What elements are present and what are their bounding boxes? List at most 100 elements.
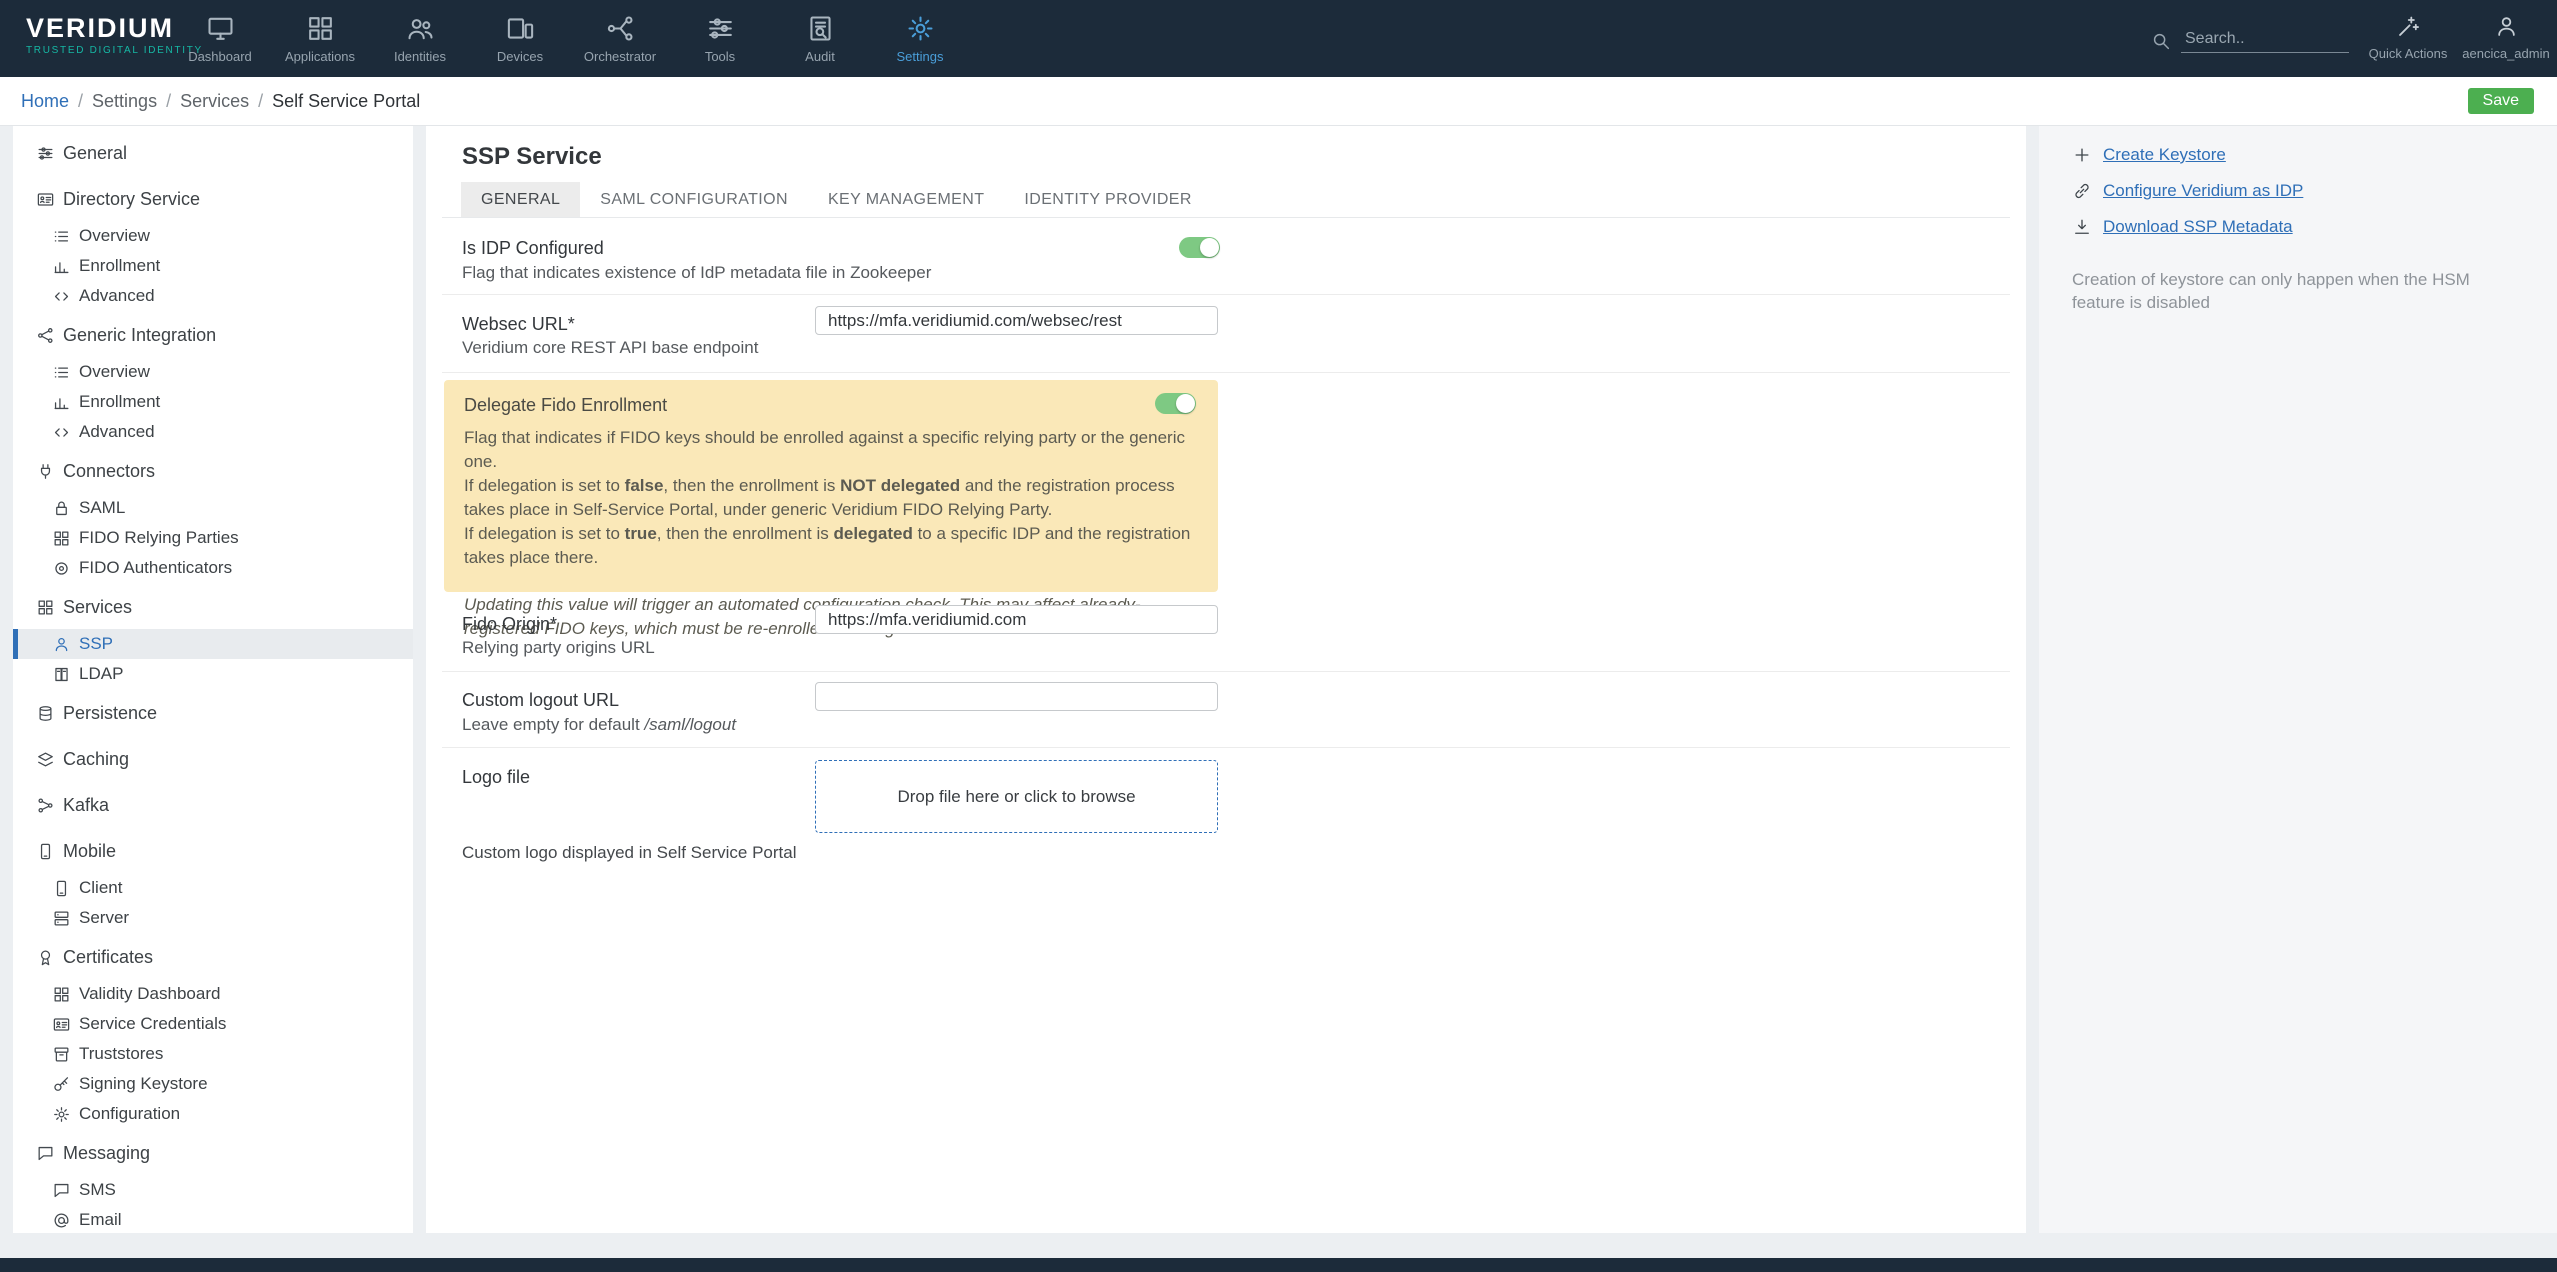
delegate-description-line: If delegation is set to true, then the e…: [464, 524, 1191, 567]
nav-item-label: Tools: [704, 49, 736, 64]
link-label: Create Keystore: [2103, 145, 2226, 164]
nav-item-applications[interactable]: Applications: [270, 0, 370, 77]
sidebar-item-service-credentials[interactable]: Service Credentials: [13, 1009, 413, 1039]
sidebar-item-overview[interactable]: Overview: [13, 221, 413, 251]
delegate-fido-toggle[interactable]: [1155, 393, 1196, 414]
sidebar-item-fido-authenticators[interactable]: FIDO Authenticators: [13, 553, 413, 583]
list-icon: [52, 363, 71, 382]
websec-url-description: Veridium core REST API base endpoint: [462, 338, 759, 357]
sidebar-item-certificates[interactable]: Certificates: [13, 942, 413, 972]
breadcrumb-item-home[interactable]: Home: [21, 91, 69, 112]
sidebar-item-connectors[interactable]: Connectors: [13, 456, 413, 486]
is-idp-configured-label: Is IDP Configured: [462, 238, 604, 258]
sidebar-item-label: Validity Dashboard: [79, 984, 221, 1003]
breadcrumb-item-settings: Settings: [92, 90, 158, 111]
sidebar-item-caching[interactable]: Caching: [13, 744, 413, 774]
sidebar-item-signing-keystore[interactable]: Signing Keystore: [13, 1069, 413, 1099]
sidebar-item-client[interactable]: Client: [13, 873, 413, 903]
link-label: Download SSP Metadata: [2103, 217, 2293, 236]
nav-item-devices[interactable]: Devices: [470, 0, 570, 77]
audit-icon: [805, 13, 836, 44]
gear-icon: [52, 1105, 71, 1124]
list-icon: [52, 227, 71, 246]
custom-logout-url-input[interactable]: [815, 682, 1218, 711]
tab-saml-configuration[interactable]: SAML CONFIGURATION: [580, 182, 808, 217]
sidebar-item-label: Configuration: [79, 1104, 181, 1123]
sidebar-item-label: Overview: [79, 362, 150, 381]
logo-file-dropzone[interactable]: Drop file here or click to browse: [815, 760, 1218, 833]
sidebar-item-sms[interactable]: SMS: [13, 1175, 413, 1205]
sidebar-item-server[interactable]: Server: [13, 903, 413, 933]
sidebar-item-general[interactable]: General: [13, 138, 413, 168]
search-input[interactable]: [2181, 28, 2349, 53]
nav-item-dashboard[interactable]: Dashboard: [170, 0, 270, 77]
sidebar-item-validity-dashboard[interactable]: Validity Dashboard: [13, 979, 413, 1009]
link-label: Configure Veridium as IDP: [2103, 181, 2304, 200]
delegate-fido-description: Flag that indicates if FIDO keys should …: [464, 426, 1196, 570]
badge-icon: [36, 948, 55, 967]
wand-icon: [2395, 13, 2422, 40]
is-idp-configured-toggle[interactable]: [1179, 237, 1220, 258]
save-button[interactable]: Save: [2467, 88, 2534, 114]
sidebar-item-enrollment[interactable]: Enrollment: [13, 387, 413, 417]
nav-item-label: Devices: [496, 49, 544, 64]
tab-key-management[interactable]: KEY MANAGEMENT: [808, 182, 1004, 217]
breadcrumb-separator: /: [78, 90, 84, 111]
breadcrumb-bar: Home / Settings / Services / Self Service Port…: [0, 77, 2557, 126]
tab-identity-provider[interactable]: IDENTITY PROVIDER: [1004, 182, 1211, 217]
sidebar-item-directory-service[interactable]: Directory Service: [13, 184, 413, 214]
sidebar-item-fido-relying-parties[interactable]: FIDO Relying Parties: [13, 523, 413, 553]
sidebar-item-messaging[interactable]: Messaging: [13, 1138, 413, 1168]
fido-origin-input[interactable]: [815, 605, 1218, 634]
nav-item-settings[interactable]: Settings: [870, 0, 970, 77]
sliders-icon: [36, 144, 55, 163]
page-title: SSP Service: [462, 143, 602, 170]
sidebar-item-label: Connectors: [63, 460, 156, 481]
custom-logout-url-description: Leave empty for default /saml/logout: [462, 715, 737, 734]
sidebar-item-label: Persistence: [63, 702, 158, 723]
tab-general[interactable]: GENERAL: [461, 182, 581, 217]
user-menu[interactable]: aencica_admin: [2462, 13, 2550, 61]
nav-item-label: Dashboard: [188, 49, 252, 64]
sidebar-item-kafka[interactable]: Kafka: [13, 790, 413, 820]
tabs: GENERAL SAML CONFIGURATION KEY MANAGEMENT I…: [461, 182, 1212, 217]
websec-url-input[interactable]: [815, 306, 1218, 335]
actions-panel: Create Keystore Configure Veridium as IDP…: [2039, 126, 2557, 1233]
nav-item-audit[interactable]: Audit: [770, 0, 870, 77]
sidebar-item-mobile[interactable]: Mobile: [13, 836, 413, 866]
create-keystore-link[interactable]: Create Keystore: [2072, 143, 2303, 167]
sidebar-item-enrollment[interactable]: Enrollment: [13, 251, 413, 281]
sidebar-item-advanced[interactable]: Advanced: [13, 417, 413, 447]
sidebar-item-label: Certificates: [63, 946, 154, 967]
sidebar-item-persistence[interactable]: Persistence: [13, 698, 413, 728]
fido-origin-description: Relying party origins URL: [462, 638, 655, 657]
keystore-note: Creation of keystore can only happen whe…: [2072, 270, 2470, 312]
sidebar-item-saml[interactable]: SAML: [13, 493, 413, 523]
toggle-knob: [1176, 394, 1195, 413]
download-ssp-metadata-link[interactable]: Download SSP Metadata: [2072, 215, 2303, 239]
sidebar-item-advanced[interactable]: Advanced: [13, 281, 413, 311]
configure-veridium-as-idp-link[interactable]: Configure Veridium as IDP: [2072, 179, 2303, 203]
nav-item-tools[interactable]: Tools: [670, 0, 770, 77]
sidebar-item-configuration[interactable]: Configuration: [13, 1099, 413, 1129]
database-icon: [36, 704, 55, 723]
book-icon: [52, 665, 71, 684]
sidebar-item-ldap[interactable]: LDAP: [13, 659, 413, 689]
sidebar-item-label: Directory Service: [63, 188, 201, 209]
sidebar-item-generic-integration[interactable]: Generic Integration: [13, 320, 413, 350]
sidebar-item-services[interactable]: Services: [13, 592, 413, 622]
breadcrumb: Home / Settings / Services / Self Service Port…: [21, 77, 420, 125]
sidebar-item-label: FIDO Authenticators: [79, 558, 233, 577]
plug-icon: [36, 462, 55, 481]
sidebar-item-label: Client: [79, 878, 123, 897]
sidebar-item-email[interactable]: Email: [13, 1205, 413, 1233]
grid-icon: [52, 985, 71, 1004]
quick-actions-label: Quick Actions: [2368, 46, 2448, 61]
quick-actions-button[interactable]: Quick Actions: [2358, 13, 2458, 61]
sidebar-item-ssp[interactable]: SSP: [13, 629, 413, 659]
sidebar-item-overview[interactable]: Overview: [13, 357, 413, 387]
nav-item-orchestrator[interactable]: Orchestrator: [570, 0, 670, 77]
sidebar-item-truststores[interactable]: Truststores: [13, 1039, 413, 1069]
nav-item-identities[interactable]: Identities: [370, 0, 470, 77]
field-row-custom-logout-url: Custom logout URL Leave empty for defaul…: [442, 672, 2010, 748]
